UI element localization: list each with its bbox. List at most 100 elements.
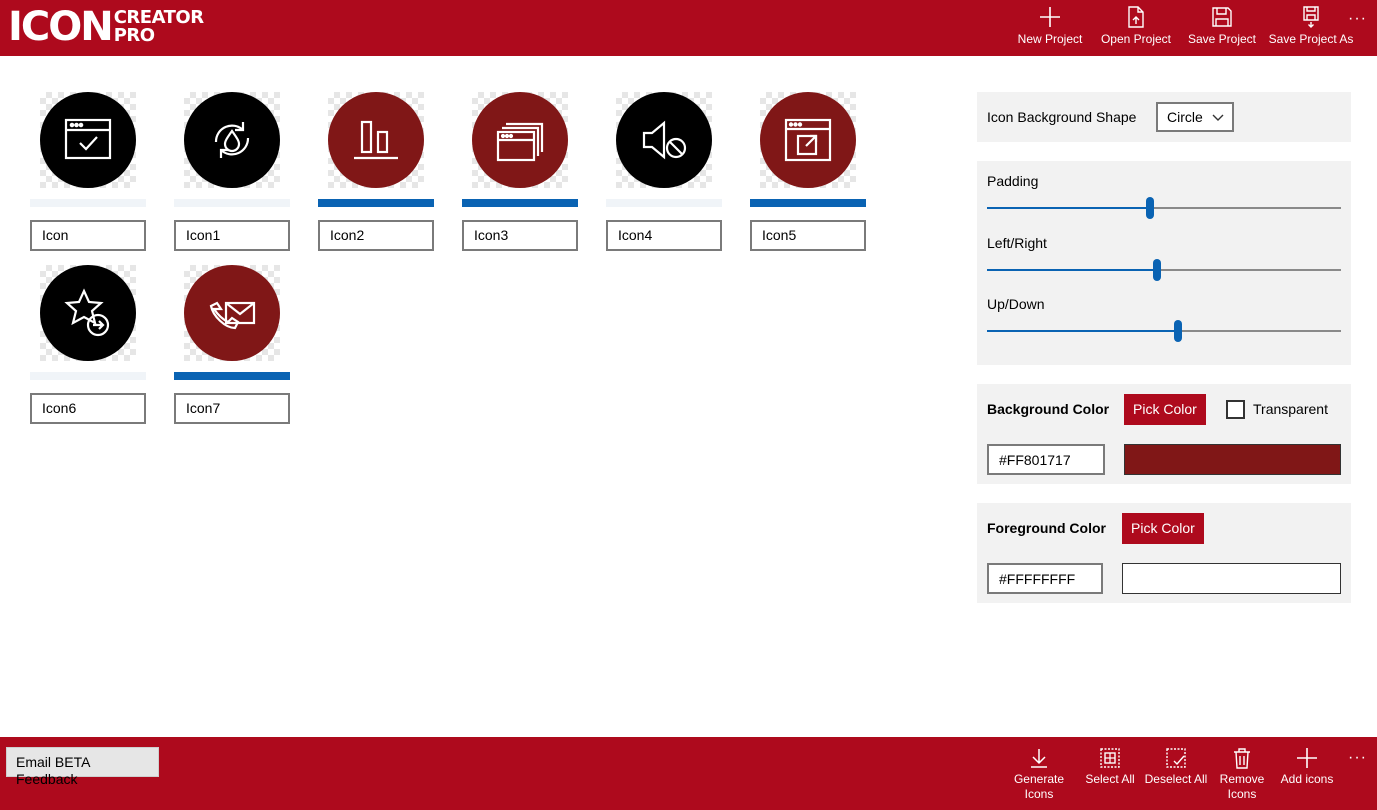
app-logo: ICON CREATOR PRO bbox=[8, 4, 204, 50]
icon-preview[interactable] bbox=[760, 92, 856, 188]
selection-indicator bbox=[174, 372, 290, 380]
add-icons-label: Add icons bbox=[1280, 772, 1334, 786]
add-icons-button[interactable]: Add icons bbox=[1273, 747, 1341, 802]
selection-indicator bbox=[318, 199, 434, 207]
generate-icons-label: Generate Icons bbox=[1013, 772, 1065, 801]
icon-preview[interactable] bbox=[40, 92, 136, 188]
remove-icons-label: Remove Icons bbox=[1219, 772, 1265, 801]
foreground-color-swatch bbox=[1122, 563, 1341, 594]
selection-indicator bbox=[30, 372, 146, 380]
shape-dropdown[interactable]: Circle bbox=[1156, 102, 1234, 132]
select-all-icon bbox=[1100, 748, 1120, 768]
download-icon bbox=[1031, 749, 1047, 768]
save-project-label: Save Project bbox=[1187, 32, 1257, 46]
slider-fill bbox=[987, 207, 1150, 209]
plus-icon bbox=[1297, 748, 1317, 768]
open-project-button[interactable]: Open Project bbox=[1093, 6, 1179, 52]
align-bottom-icon bbox=[354, 120, 398, 160]
deselect-all-icon bbox=[1166, 748, 1186, 768]
icon-background-circle bbox=[184, 92, 280, 188]
background-color-panel: Background Color Pick Color Transparent … bbox=[977, 384, 1351, 484]
logo-line2: PRO bbox=[113, 25, 155, 46]
transparent-label: Transparent bbox=[1253, 401, 1328, 417]
email-feedback-button[interactable]: Email BETA Feedback bbox=[6, 747, 159, 787]
bottom-more-icon[interactable]: ··· bbox=[1348, 749, 1367, 767]
icon-preview[interactable] bbox=[40, 265, 136, 361]
deselect-all-button[interactable]: Deselect All bbox=[1141, 747, 1211, 802]
padding-label: Padding bbox=[987, 173, 1039, 189]
selection-indicator bbox=[174, 199, 290, 207]
save-project-as-label: Save Project As bbox=[1268, 32, 1354, 46]
remove-icons-button[interactable]: Remove Icons bbox=[1211, 747, 1273, 802]
logo-subtext: CREATOR PRO bbox=[114, 9, 204, 45]
background-shape-panel: Icon Background Shape Circle bbox=[977, 92, 1351, 142]
chevron-down-icon bbox=[1212, 114, 1224, 121]
selection-indicator bbox=[30, 199, 146, 207]
icon-preview[interactable] bbox=[328, 92, 424, 188]
icon-preview[interactable] bbox=[616, 92, 712, 188]
browser-check-icon bbox=[64, 118, 112, 160]
transparent-checkbox[interactable] bbox=[1226, 400, 1245, 419]
selection-indicator bbox=[606, 199, 722, 207]
foreground-color-input[interactable]: #FFFFFFFF bbox=[987, 563, 1103, 594]
shape-dropdown-value: Circle bbox=[1167, 109, 1203, 125]
updown-slider[interactable] bbox=[987, 319, 1341, 343]
leftright-slider[interactable] bbox=[987, 258, 1341, 282]
save-icon bbox=[1212, 7, 1232, 27]
select-all-label: Select All bbox=[1085, 772, 1135, 786]
icon-preview[interactable] bbox=[184, 92, 280, 188]
open-project-label: Open Project bbox=[1100, 32, 1172, 46]
icon-name-field[interactable]: Icon2 bbox=[318, 220, 434, 251]
padding-slider[interactable] bbox=[987, 196, 1341, 220]
icon-background-circle bbox=[40, 265, 136, 361]
icon-name-field[interactable]: Icon3 bbox=[462, 220, 578, 251]
background-pick-color-button[interactable]: Pick Color bbox=[1124, 394, 1206, 425]
icon-name-field[interactable]: Icon5 bbox=[750, 220, 866, 251]
background-color-input[interactable]: #FF801717 bbox=[987, 444, 1105, 475]
new-project-label: New Project bbox=[1017, 32, 1083, 46]
icon-background-circle bbox=[40, 92, 136, 188]
new-project-button[interactable]: New Project bbox=[1007, 6, 1093, 52]
open-file-icon bbox=[1128, 6, 1144, 28]
phone-mail-icon bbox=[209, 301, 256, 330]
icon-name-field[interactable]: Icon1 bbox=[174, 220, 290, 251]
icon-background-circle bbox=[760, 92, 856, 188]
icon-name-field[interactable]: Icon6 bbox=[30, 393, 146, 424]
slider-thumb[interactable] bbox=[1145, 197, 1154, 219]
icon-background-circle bbox=[328, 92, 424, 188]
save-as-icon bbox=[1303, 6, 1319, 28]
refresh-drop-icon bbox=[214, 122, 250, 158]
position-sliders-panel: Padding Left/Right Up/Down bbox=[977, 161, 1351, 365]
icon-background-circle bbox=[472, 92, 568, 188]
icon-name-field[interactable]: Icon7 bbox=[174, 393, 290, 424]
top-app-bar: ICON CREATOR PRO New Project Open Projec… bbox=[0, 0, 1377, 56]
volume-blocked-icon bbox=[642, 120, 687, 160]
logo-main-text: ICON bbox=[8, 4, 114, 50]
select-all-button[interactable]: Select All bbox=[1079, 747, 1141, 802]
icon-preview[interactable] bbox=[184, 265, 280, 361]
slider-fill bbox=[987, 269, 1157, 271]
generate-icons-button[interactable]: Generate Icons bbox=[999, 747, 1079, 802]
save-project-button[interactable]: Save Project bbox=[1179, 6, 1265, 52]
shape-label: Icon Background Shape bbox=[987, 109, 1137, 125]
leftright-label: Left/Right bbox=[987, 235, 1047, 251]
slider-thumb[interactable] bbox=[1174, 320, 1183, 342]
trash-icon bbox=[1234, 748, 1250, 769]
foreground-color-label: Foreground Color bbox=[987, 520, 1106, 536]
deselect-all-label: Deselect All bbox=[1144, 772, 1208, 786]
bottom-app-bar: Email BETA Feedback Generate Icons Selec… bbox=[0, 737, 1377, 810]
icon-preview[interactable] bbox=[472, 92, 568, 188]
selection-indicator bbox=[750, 199, 866, 207]
top-more-icon[interactable]: ··· bbox=[1348, 10, 1367, 28]
browser-open-link-icon bbox=[784, 118, 832, 162]
slider-thumb[interactable] bbox=[1152, 259, 1161, 281]
save-project-as-button[interactable]: Save Project As bbox=[1265, 6, 1357, 52]
icon-background-circle bbox=[616, 92, 712, 188]
background-color-swatch bbox=[1124, 444, 1341, 475]
plus-icon bbox=[1040, 7, 1060, 27]
foreground-pick-color-button[interactable]: Pick Color bbox=[1122, 513, 1204, 544]
windows-stack-icon bbox=[496, 122, 544, 162]
top-command-bar: New Project Open Project Save Project Sa… bbox=[1007, 6, 1357, 52]
icon-name-field[interactable]: Icon4 bbox=[606, 220, 722, 251]
icon-name-field[interactable]: Icon bbox=[30, 220, 146, 251]
